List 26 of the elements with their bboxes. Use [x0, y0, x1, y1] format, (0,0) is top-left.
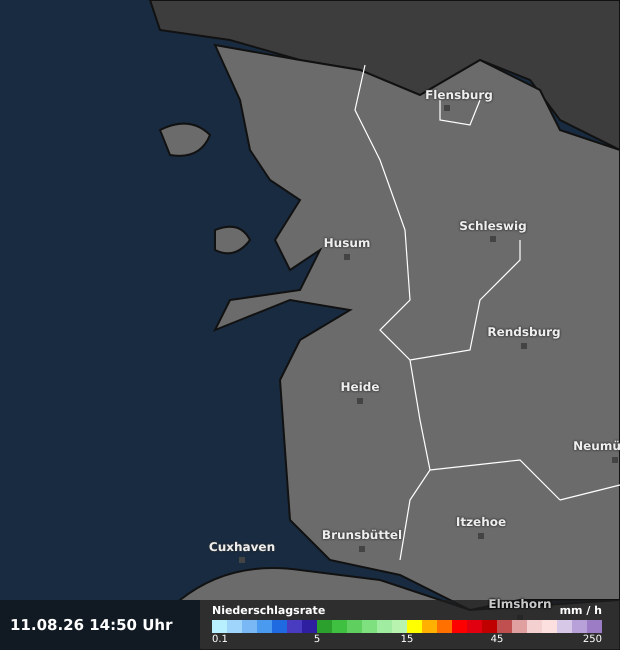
city-label: Heide: [340, 380, 380, 394]
legend-title: Niederschlagsrate: [212, 604, 326, 617]
city-label: Schleswig: [459, 219, 527, 233]
scale-label: 0.1: [212, 634, 228, 645]
scale-label: 15: [400, 634, 414, 645]
scale-label: 250: [582, 634, 602, 645]
city-marker: [357, 398, 363, 404]
city-label: Brunsbüttel: [322, 528, 402, 542]
city-label: Husum: [324, 236, 370, 250]
city-marker: [359, 546, 365, 552]
city-marker: [478, 533, 484, 539]
scale-label: 45: [490, 634, 504, 645]
city-marker: [521, 343, 527, 349]
timestamp: 11.08.26 14:50 Uhr: [0, 600, 200, 650]
city-marker: [239, 557, 245, 563]
city-label: Cuxhaven: [208, 540, 276, 554]
city-label: Elmshorn: [488, 597, 552, 611]
scale-label: 5: [314, 634, 320, 645]
city-marker: [490, 236, 496, 242]
city-marker: [344, 254, 350, 260]
city-marker: [444, 105, 450, 111]
city-marker: [612, 457, 618, 463]
city-label: Flensburg: [425, 88, 493, 102]
legend-unit: mm / h: [560, 604, 602, 617]
city-label: Rendsburg: [487, 325, 561, 339]
city-label: Itzehoe: [456, 515, 506, 529]
